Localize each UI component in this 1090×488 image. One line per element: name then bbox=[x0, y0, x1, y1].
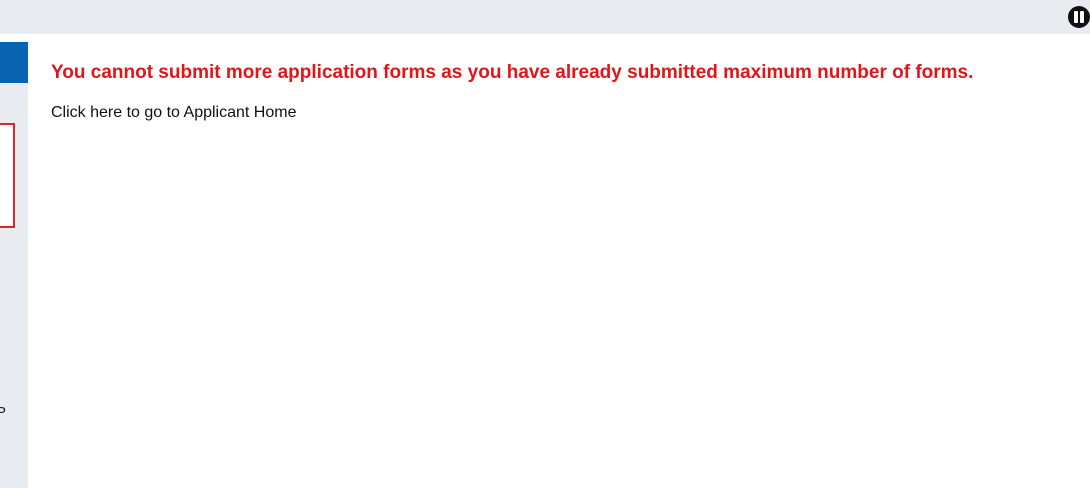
sidebar-highlight-box bbox=[0, 123, 15, 228]
applicant-home-link[interactable]: Click here to go to Applicant Home bbox=[51, 104, 296, 122]
main-content: You cannot submit more application forms… bbox=[51, 62, 1080, 122]
sidebar-text-fragment: P bbox=[0, 404, 7, 421]
sidebar: P bbox=[0, 42, 28, 488]
pause-icon[interactable] bbox=[1068, 6, 1090, 28]
top-bar bbox=[0, 0, 1090, 34]
sidebar-header[interactable] bbox=[0, 42, 28, 83]
error-message: You cannot submit more application forms… bbox=[51, 62, 974, 83]
